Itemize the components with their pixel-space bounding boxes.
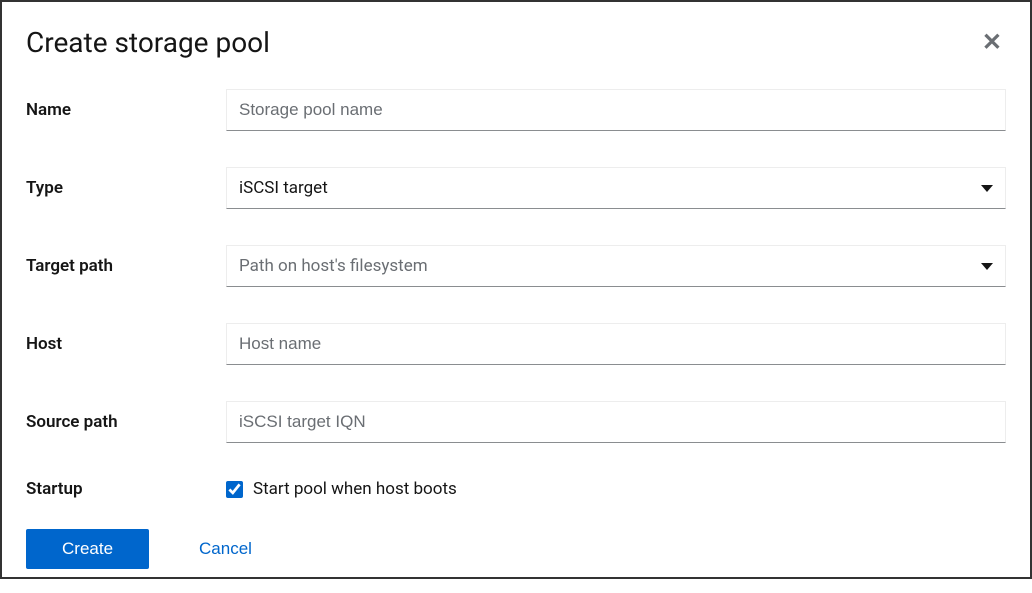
source-path-label: Source path: [26, 412, 226, 432]
form-row-startup: Startup Start pool when host boots: [26, 479, 1006, 499]
host-input[interactable]: [226, 323, 1006, 365]
close-icon[interactable]: ✕: [978, 26, 1006, 58]
chevron-down-icon: [981, 263, 993, 270]
form-row-source-path: Source path: [26, 401, 1006, 443]
create-storage-pool-dialog: Create storage pool ✕ Name Type iSCSI ta…: [2, 2, 1030, 593]
chevron-down-icon: [981, 185, 993, 192]
form-row-host: Host: [26, 323, 1006, 365]
type-control: iSCSI target: [226, 167, 1006, 209]
startup-checkbox-wrapper: Start pool when host boots: [226, 479, 1006, 499]
target-path-select[interactable]: Path on host's filesystem: [226, 245, 1006, 287]
type-select-value: iSCSI target: [239, 178, 328, 198]
name-control: [226, 89, 1006, 131]
host-label: Host: [26, 334, 226, 354]
name-input[interactable]: [226, 89, 1006, 131]
cancel-button[interactable]: Cancel: [199, 539, 252, 559]
name-label: Name: [26, 100, 226, 120]
target-path-control: Path on host's filesystem: [226, 245, 1006, 287]
type-label: Type: [26, 178, 226, 198]
startup-label: Startup: [26, 479, 226, 499]
target-path-label: Target path: [26, 256, 226, 276]
dialog-header: Create storage pool ✕: [26, 26, 1006, 59]
form-row-type: Type iSCSI target: [26, 167, 1006, 209]
dialog-title: Create storage pool: [26, 26, 270, 59]
type-select[interactable]: iSCSI target: [226, 167, 1006, 209]
startup-checkbox[interactable]: [226, 481, 243, 498]
source-path-control: [226, 401, 1006, 443]
create-button[interactable]: Create: [26, 529, 149, 569]
target-path-select-display: Path on host's filesystem: [226, 245, 1006, 287]
target-path-placeholder: Path on host's filesystem: [239, 256, 428, 276]
dialog-footer: Create Cancel: [26, 529, 1006, 569]
source-path-input[interactable]: [226, 401, 1006, 443]
type-select-display: iSCSI target: [226, 167, 1006, 209]
form-row-name: Name: [26, 89, 1006, 131]
host-control: [226, 323, 1006, 365]
startup-control: Start pool when host boots: [226, 479, 1006, 499]
startup-checkbox-label: Start pool when host boots: [253, 479, 457, 499]
form-row-target-path: Target path Path on host's filesystem: [26, 245, 1006, 287]
